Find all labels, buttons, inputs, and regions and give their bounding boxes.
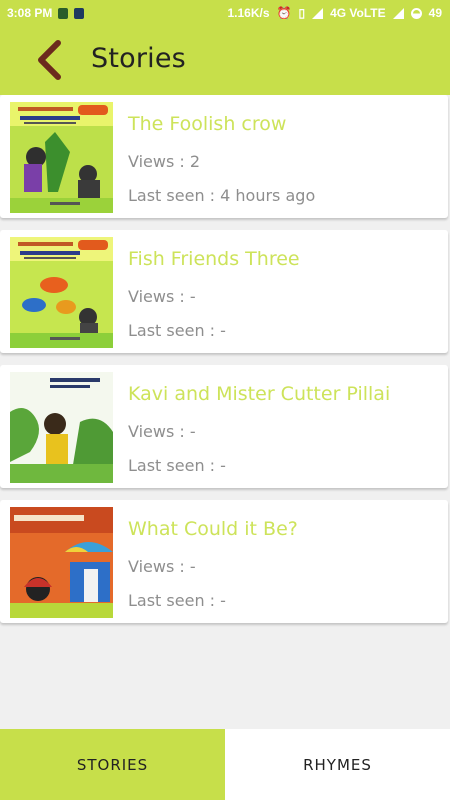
story-card[interactable]: Kavi and Mister Cutter Pillai Views : - …	[0, 365, 448, 488]
story-last-seen: Last seen : 4 hours ago	[128, 186, 316, 205]
notification-app-icon	[74, 7, 85, 19]
story-cover-image	[10, 237, 113, 348]
story-cover-image	[10, 507, 113, 618]
battery-icon	[410, 7, 422, 19]
vibrate-icon: ▯	[298, 6, 306, 20]
story-cover-image	[10, 102, 113, 213]
tab-stories[interactable]: STORIES	[0, 729, 225, 800]
battery-level: 49	[428, 6, 442, 20]
back-arrow-icon[interactable]	[32, 40, 68, 80]
network-type: 4G VoLTE	[330, 6, 386, 20]
story-views: Views : -	[128, 422, 196, 441]
story-views: Views : -	[128, 557, 196, 576]
story-card[interactable]: What Could it Be? Views : - Last seen : …	[0, 500, 448, 623]
page-title: Stories	[91, 43, 186, 74]
wifi-signal-icon	[312, 7, 324, 19]
story-title: Kavi and Mister Cutter Pillai	[128, 383, 391, 405]
story-title: The Foolish crow	[128, 113, 287, 135]
story-title: Fish Friends Three	[128, 248, 300, 270]
tab-rhymes[interactable]: RHYMES	[225, 729, 450, 800]
status-bar: 3:08 PM 1.16K/s ⏰ ▯ 4G VoLTE 49	[0, 0, 450, 26]
app-toolbar: Stories	[0, 26, 450, 95]
story-card[interactable]: Fish Friends Three Views : - Last seen :…	[0, 230, 448, 353]
story-views: Views : -	[128, 287, 196, 306]
network-speed: 1.16K/s	[227, 6, 270, 20]
story-last-seen: Last seen : -	[128, 591, 226, 610]
cell-signal-icon	[392, 7, 404, 19]
story-last-seen: Last seen : -	[128, 456, 226, 475]
bottom-tab-bar: STORIES RHYMES	[0, 729, 450, 800]
story-title: What Could it Be?	[128, 518, 298, 540]
notification-shield-icon	[58, 7, 69, 19]
story-views: Views : 2	[128, 152, 201, 171]
status-time: 3:08 PM	[7, 6, 53, 20]
alarm-icon: ⏰	[276, 6, 292, 20]
story-cover-image	[10, 372, 113, 483]
story-last-seen: Last seen : -	[128, 321, 226, 340]
story-card[interactable]: The Foolish crow Views : 2 Last seen : 4…	[0, 95, 448, 218]
